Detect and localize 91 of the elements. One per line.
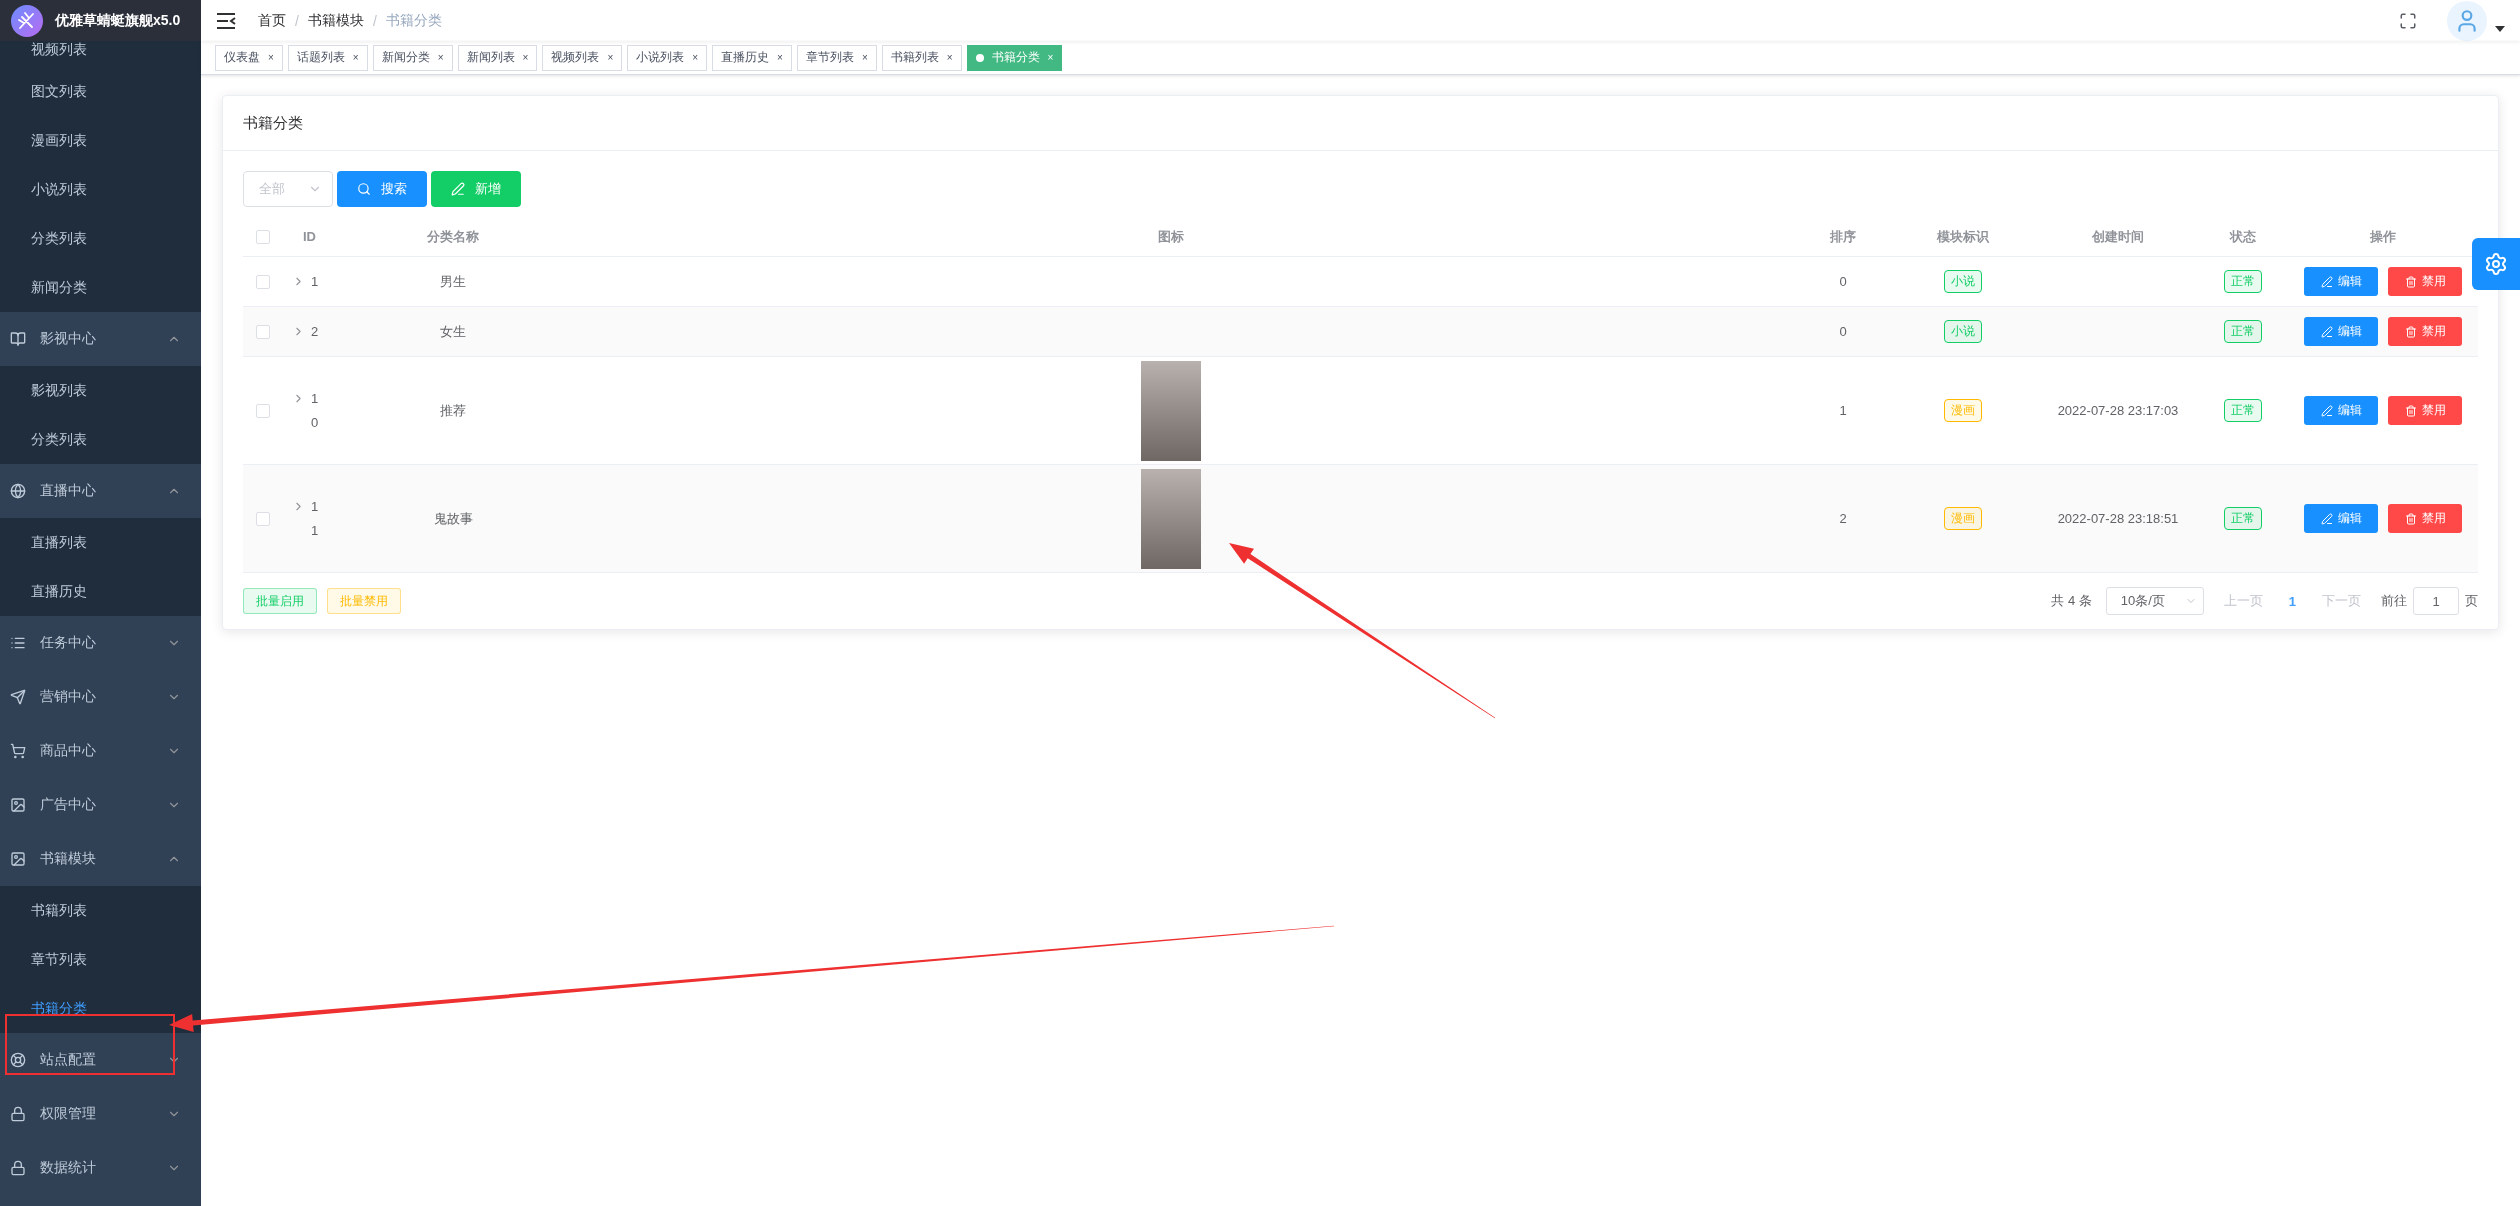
disable-button[interactable]: 禁用 (2388, 267, 2462, 296)
status-tag: 正常 (2224, 507, 2262, 530)
trash-icon (2404, 325, 2417, 338)
status-tag: 正常 (2224, 320, 2262, 343)
table-cell-text: 1 (1838, 403, 1848, 418)
settings-icon (2484, 252, 2508, 276)
menu-icon (10, 851, 26, 867)
pen-icon (2320, 325, 2333, 338)
active-dot-icon (975, 53, 984, 62)
pen-icon (2320, 275, 2333, 288)
table-cell-text: 男生 (439, 272, 467, 291)
menu-icon (10, 1106, 26, 1122)
module-tag: 小说 (1944, 320, 1982, 343)
goto-label: 前往 (2381, 592, 2407, 610)
tab[interactable]: 直播历史 × (712, 44, 792, 71)
disable-button[interactable]: 禁用 (2388, 317, 2462, 346)
disable-button[interactable]: 禁用 (2388, 396, 2462, 425)
table-cell-text: 0 (1838, 324, 1848, 339)
table-cell-text: 2 (311, 322, 320, 341)
avatar[interactable] (2447, 0, 2487, 41)
search-icon (357, 182, 371, 196)
checkbox[interactable] (256, 274, 270, 289)
menu-icon (10, 635, 26, 651)
sidebar-item[interactable]: 小说列表 (0, 165, 201, 214)
sidebar-item[interactable]: 图文列表 (0, 67, 201, 116)
module-tag: 小说 (1944, 270, 1982, 293)
table-cell-text: 2 (1838, 511, 1848, 526)
table-cell-text: 女生 (439, 322, 467, 341)
sidebar-item[interactable]: 章节列表 (0, 935, 201, 984)
menu-icon[interactable] (216, 11, 236, 30)
menu-icon (10, 743, 26, 759)
trash-icon (2404, 512, 2417, 525)
disable-button[interactable]: 禁用 (2388, 504, 2462, 533)
tab[interactable]: 新闻分类 × (372, 44, 453, 71)
tab[interactable]: 新闻列表 × (457, 44, 538, 71)
breadcrumb-item[interactable]: 首页 (258, 11, 286, 30)
table-cell-text: 0 (1838, 274, 1848, 289)
table-cell-text: 10 (311, 389, 320, 432)
module-tag: 漫画 (1944, 399, 1982, 422)
sidebar-item[interactable]: 书籍列表 (0, 886, 201, 935)
tab[interactable]: 仪表盘 × (215, 44, 283, 71)
app-title: 优雅草蜻蜓旗舰x5.0 (55, 11, 181, 30)
sidebar-item[interactable]: 直播列表 (0, 518, 201, 567)
pen-icon (2320, 512, 2333, 525)
checkbox[interactable] (256, 511, 270, 526)
menu-icon (10, 331, 26, 347)
total-count: 共 4 条 (2051, 592, 2092, 610)
breadcrumb-separator: / (295, 12, 299, 29)
menu-icon (10, 483, 26, 499)
pen-icon (451, 182, 465, 196)
checkbox[interactable] (256, 403, 270, 418)
table-cell-text: 推荐 (439, 401, 467, 420)
sidebar-item[interactable]: 分类列表 (0, 214, 201, 263)
status-tag: 正常 (2224, 270, 2262, 293)
caret-icon[interactable] (2495, 25, 2505, 34)
table-cell-text: 鬼故事 (432, 509, 474, 528)
tab[interactable]: 章节列表 × (796, 44, 877, 71)
page-input[interactable]: 1 (2413, 587, 2459, 615)
module-tag: 漫画 (1944, 507, 1982, 530)
trash-icon (2404, 275, 2417, 288)
menu-icon (10, 797, 26, 813)
breadcrumb-separator: / (372, 12, 377, 29)
menu-icon (10, 689, 26, 705)
settings-button[interactable] (2472, 238, 2520, 290)
sidebar-item[interactable]: 视频列表 (0, 41, 201, 67)
tab[interactable]: 书籍列表 × (881, 44, 962, 71)
checkbox[interactable] (256, 229, 270, 244)
page-suffix: 页 (2465, 592, 2478, 610)
table-cell-text: 2022-07-28 23:17:03 (2056, 403, 2180, 418)
dragonfly-logo-icon (11, 4, 43, 37)
pen-icon (2320, 404, 2333, 417)
tab[interactable]: 小说列表 × (627, 44, 708, 71)
menu-icon (10, 1052, 26, 1068)
tab[interactable]: 视频列表 × (542, 44, 623, 71)
tab[interactable]: 话题列表 × (287, 44, 368, 71)
status-tag: 正常 (2224, 399, 2262, 422)
sidebar-item[interactable]: 新闻分类 (0, 263, 201, 312)
table-cell-text: 1 (311, 272, 320, 291)
table-cell-text: 2022-07-28 23:18:51 (2056, 511, 2180, 526)
sidebar-item[interactable]: 直播历史 (0, 567, 201, 616)
table-cell-text: 11 (311, 497, 320, 540)
card-title: 书籍分类 (223, 96, 2498, 151)
breadcrumb-item[interactable]: 书籍模块 (307, 11, 364, 30)
breadcrumb-item: 书籍分类 (385, 11, 442, 30)
sidebar-item[interactable]: 分类列表 (0, 415, 201, 464)
sidebar-item[interactable]: 影视列表 (0, 366, 201, 415)
page-size-select[interactable]: 10条/页 (2105, 587, 2204, 615)
sidebar-item[interactable]: 漫画列表 (0, 116, 201, 165)
menu-icon (10, 1160, 26, 1176)
checkbox[interactable] (256, 324, 270, 339)
trash-icon (2404, 404, 2417, 417)
